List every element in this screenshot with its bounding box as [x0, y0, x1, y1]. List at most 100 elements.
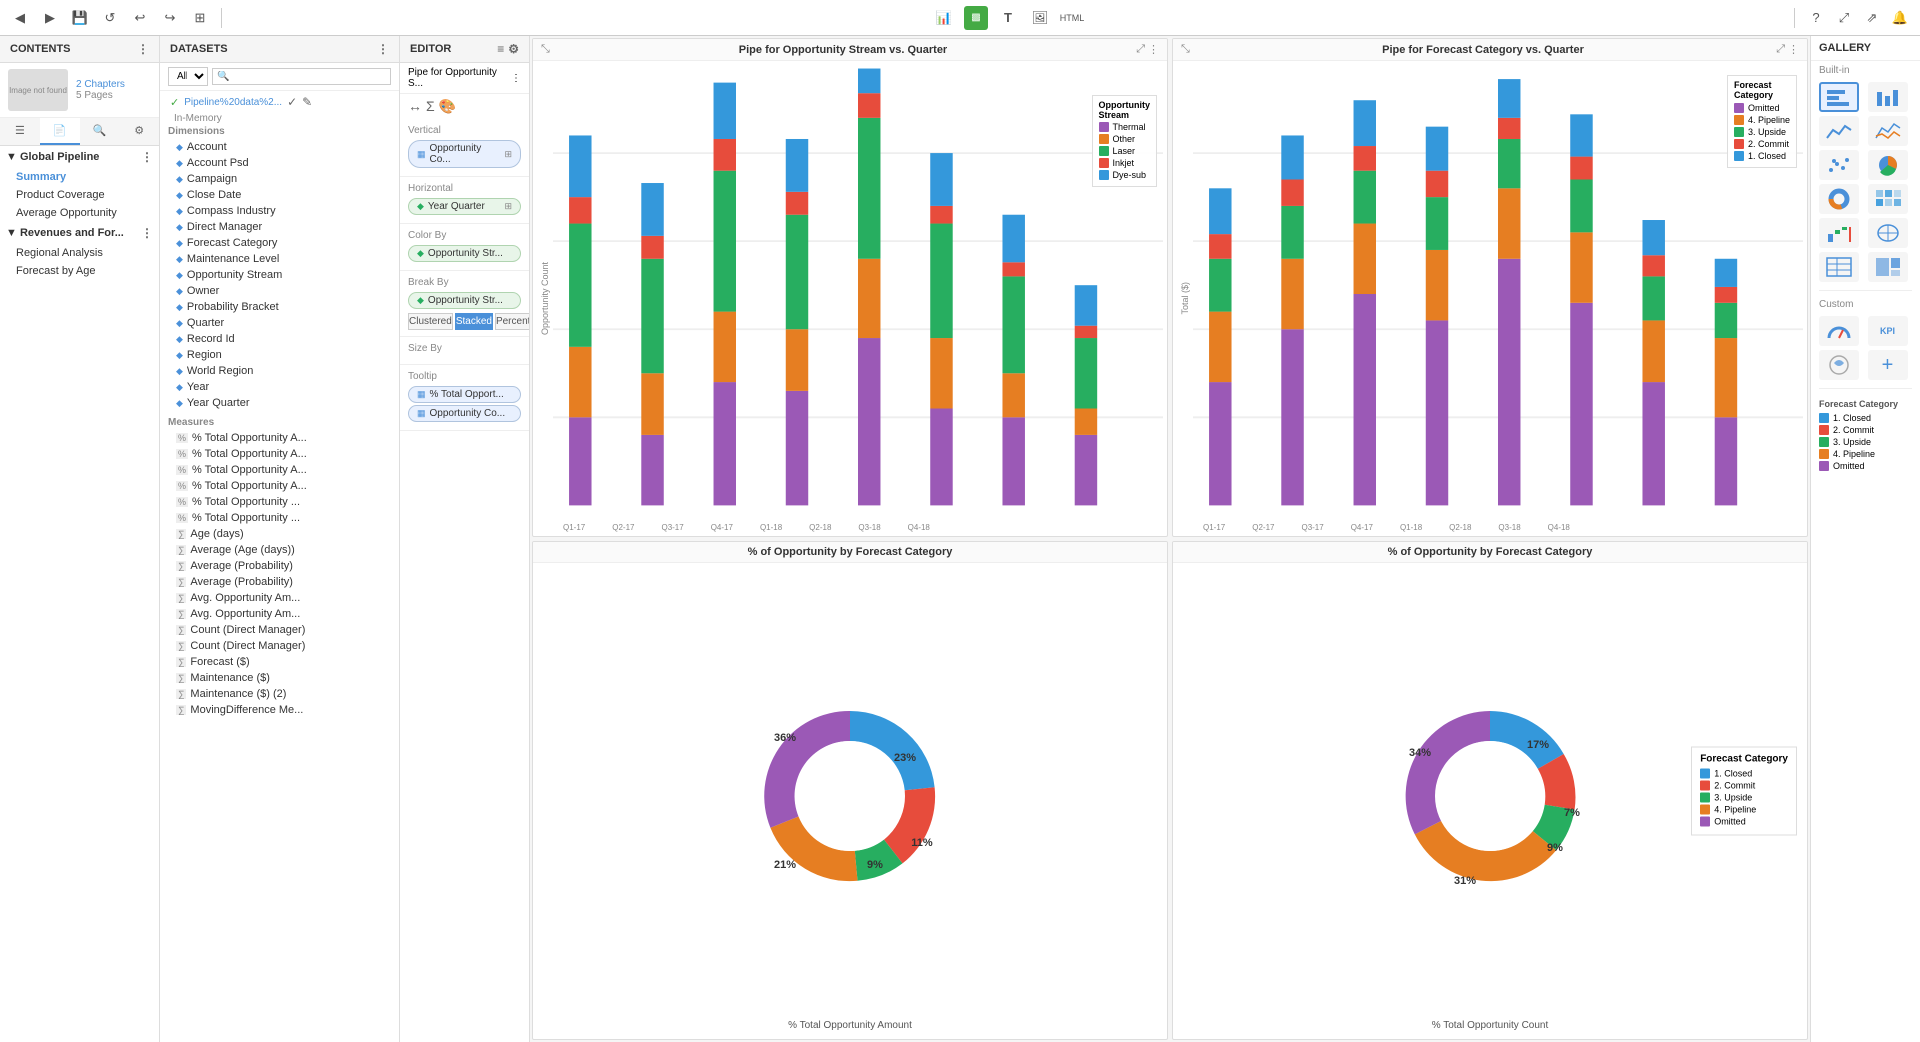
section-global-pipeline[interactable]: ▼ Global Pipeline ⋮ — [0, 146, 159, 168]
save-btn[interactable]: 💾 — [68, 6, 92, 30]
editor-filter-icon[interactable]: ≡ — [497, 42, 504, 56]
sidebar-item-product[interactable]: Product Coverage — [0, 186, 159, 204]
gallery-add[interactable]: + — [1868, 350, 1908, 380]
gallery-donut[interactable] — [1819, 184, 1859, 214]
datasets-menu-icon[interactable]: ⋮ — [377, 42, 389, 56]
field-record-id[interactable]: ◆Record Id — [160, 331, 399, 347]
sidebar-item-summary[interactable]: Summary — [0, 168, 159, 186]
horizontal-pill-menu[interactable]: ⊞ — [504, 201, 512, 212]
sidebar-tab-icon2[interactable]: 📄 — [40, 118, 80, 145]
field-quarter[interactable]: ◆Quarter — [160, 315, 399, 331]
field-account-psd[interactable]: ◆Account Psd — [160, 155, 399, 171]
field-pct3[interactable]: %% Total Opportunity A... — [160, 462, 399, 478]
field-pct5[interactable]: %% Total Opportunity ... — [160, 494, 399, 510]
colorby-pill[interactable]: ◆ Opportunity Str... — [408, 245, 521, 262]
field-pct2[interactable]: %% Total Opportunity A... — [160, 446, 399, 462]
tooltip-pill2[interactable]: ▦ Opportunity Co... — [408, 405, 521, 422]
field-account[interactable]: ◆Account — [160, 139, 399, 155]
editor-settings-icon[interactable]: ⚙ — [508, 42, 519, 56]
field-maintenance-dollar[interactable]: ∑Maintenance ($) — [160, 670, 399, 686]
chart-tl-expand-icon[interactable]: ⤢ — [1136, 43, 1145, 56]
gallery-table[interactable] — [1819, 252, 1859, 282]
gallery-custom-1[interactable] — [1819, 350, 1859, 380]
field-year[interactable]: ◆Year — [160, 379, 399, 395]
sidebar-item-forecast[interactable]: Forecast by Age — [0, 262, 159, 280]
thumbnail[interactable]: Image not found — [8, 69, 68, 111]
field-year-quarter[interactable]: ◆Year Quarter — [160, 395, 399, 411]
analytics-btn[interactable]: 📊 — [932, 6, 956, 30]
undo-btn[interactable]: ↩ — [128, 6, 152, 30]
gallery-line2[interactable] — [1868, 116, 1908, 146]
filter-select[interactable]: All — [168, 67, 208, 86]
gallery-line[interactable] — [1819, 116, 1859, 146]
vertical-pill-menu[interactable]: ⊞ — [504, 149, 512, 160]
gallery-heatmap[interactable] — [1868, 184, 1908, 214]
chart-name-menu[interactable]: ⋮ — [511, 73, 521, 84]
gallery-treemap[interactable] — [1868, 252, 1908, 282]
sidebar-tab-icon1[interactable]: ☰ — [0, 118, 40, 145]
back-btn[interactable]: ◀ — [8, 6, 32, 30]
field-pct1[interactable]: %% Total Opportunity A... — [160, 430, 399, 446]
percent-btn[interactable]: Percent — [495, 313, 530, 330]
chart-tl-move-icon[interactable]: ⤡ — [541, 43, 550, 56]
gallery-custom-gauge[interactable] — [1819, 316, 1859, 346]
field-count-dm1[interactable]: ∑Count (Direct Manager) — [160, 622, 399, 638]
field-maintenance[interactable]: ◆Maintenance Level — [160, 251, 399, 267]
field-prob-bracket[interactable]: ◆Probability Bracket — [160, 299, 399, 315]
stacked-btn[interactable]: Stacked — [455, 313, 493, 330]
field-compass[interactable]: ◆Compass Industry — [160, 203, 399, 219]
field-forecast-dollar[interactable]: ∑Forecast ($) — [160, 654, 399, 670]
field-maintenance-dollar2[interactable]: ∑Maintenance ($) (2) — [160, 686, 399, 702]
vertical-pill[interactable]: ▦ Opportunity Co... ⊞ — [408, 140, 521, 168]
chart-tr-menu-icon[interactable]: ⋮ — [1788, 43, 1799, 56]
editor-arrow-icon[interactable]: ↔ — [408, 98, 422, 115]
green-toggle[interactable]: ▩ — [964, 6, 988, 30]
horizontal-pill[interactable]: ◆ Year Quarter ⊞ — [408, 198, 521, 215]
redo-btn[interactable]: ↪ — [158, 6, 182, 30]
field-moving-diff[interactable]: ∑MovingDifference Me... — [160, 702, 399, 718]
chart-tr-move-icon[interactable]: ⤡ — [1181, 43, 1190, 56]
editor-sigma-icon[interactable]: Σ — [426, 98, 435, 115]
field-avg-age[interactable]: ∑Average (Age (days)) — [160, 542, 399, 558]
field-close-date[interactable]: ◆Close Date — [160, 187, 399, 203]
gallery-waterfall[interactable] — [1819, 218, 1859, 248]
alert-btn[interactable]: 🔔 — [1888, 6, 1912, 30]
gallery-bar-h[interactable] — [1819, 82, 1859, 112]
tooltip-pill1[interactable]: ▦ % Total Opport... — [408, 386, 521, 403]
share-btn[interactable]: ⇗ — [1860, 6, 1884, 30]
sidebar-item-regional[interactable]: Regional Analysis — [0, 244, 159, 262]
field-pct6[interactable]: %% Total Opportunity ... — [160, 510, 399, 526]
field-world-region[interactable]: ◆World Region — [160, 363, 399, 379]
revenues-menu[interactable]: ⋮ — [141, 226, 153, 240]
field-pct4[interactable]: %% Total Opportunity A... — [160, 478, 399, 494]
contents-menu-icon[interactable]: ⋮ — [137, 42, 149, 56]
breakby-pill[interactable]: ◆ Opportunity Str... — [408, 292, 521, 309]
sidebar-tab-icon3[interactable]: 🔍 — [80, 118, 120, 145]
field-region[interactable]: ◆Region — [160, 347, 399, 363]
field-opp-stream[interactable]: ◆Opportunity Stream — [160, 267, 399, 283]
help-btn[interactable]: ? — [1804, 6, 1828, 30]
maximize-btn[interactable]: ⤢ — [1832, 6, 1856, 30]
layout-btn[interactable]: ⊞ — [188, 6, 212, 30]
editor-paint-icon[interactable]: 🎨 — [439, 98, 456, 115]
gallery-pie[interactable] — [1868, 150, 1908, 180]
clustered-btn[interactable]: Clustered — [408, 313, 453, 330]
refresh-btn[interactable]: ↺ — [98, 6, 122, 30]
dataset-item[interactable]: ✓ Pipeline%20data%2... ✓ ✎ — [160, 91, 399, 113]
gallery-bar-v[interactable] — [1868, 82, 1908, 112]
field-forecast-cat[interactable]: ◆Forecast Category — [160, 235, 399, 251]
field-avg-prob1[interactable]: ∑Average (Probability) — [160, 558, 399, 574]
search-input[interactable] — [212, 68, 391, 85]
image-btn[interactable]: 🖼 — [1028, 6, 1052, 30]
html-btn[interactable]: HTML — [1060, 6, 1084, 30]
dataset-edit[interactable]: ✎ — [302, 95, 312, 109]
field-campaign[interactable]: ◆Campaign — [160, 171, 399, 187]
gallery-scatter[interactable] — [1819, 150, 1859, 180]
field-age[interactable]: ∑Age (days) — [160, 526, 399, 542]
chart-tr-expand-icon[interactable]: ⤢ — [1776, 43, 1785, 56]
forward-btn[interactable]: ▶ — [38, 6, 62, 30]
gallery-kpi[interactable]: KPI — [1868, 316, 1908, 346]
gallery-geo[interactable] — [1868, 218, 1908, 248]
field-avg-opp1[interactable]: ∑Avg. Opportunity Am... — [160, 590, 399, 606]
sidebar-tab-icon4[interactable]: ⚙ — [119, 118, 159, 145]
